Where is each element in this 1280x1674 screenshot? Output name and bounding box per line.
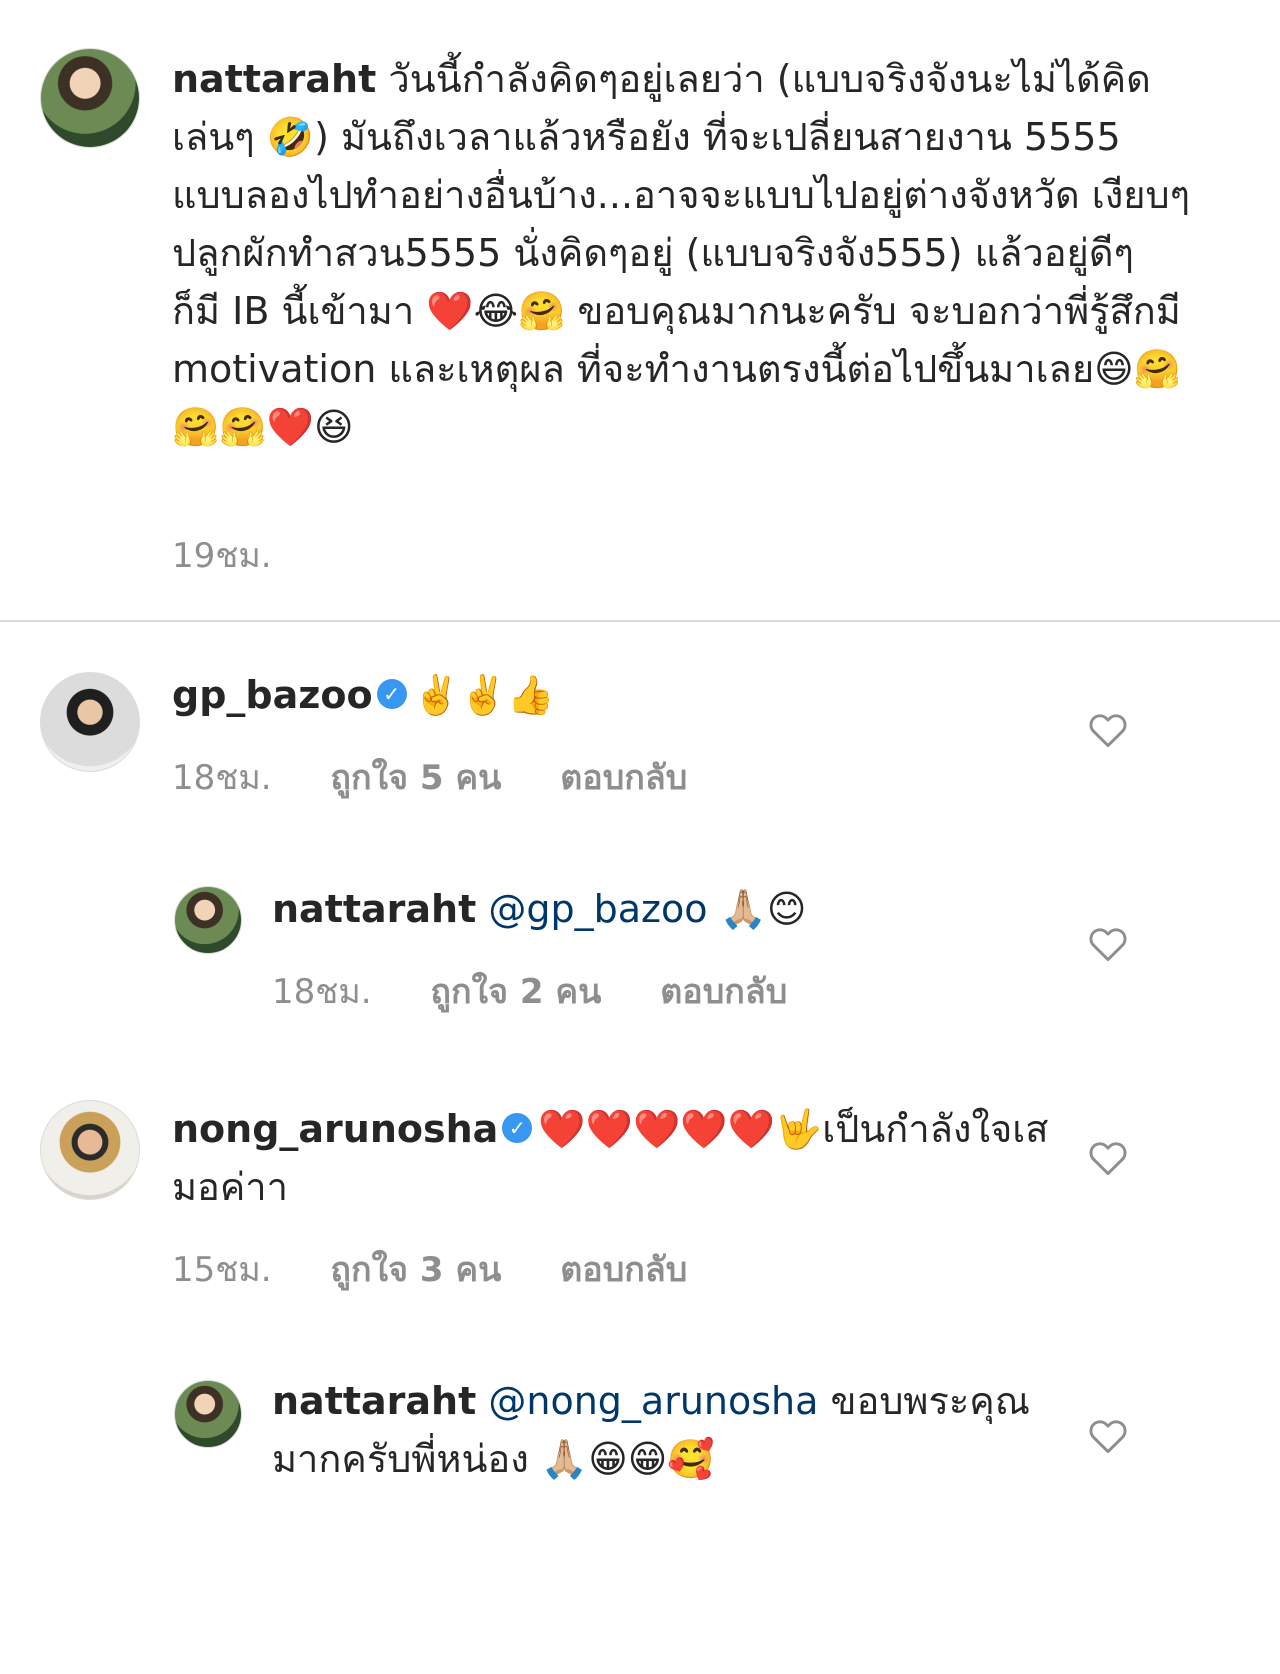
reply-username[interactable]: nattaraht bbox=[272, 1379, 476, 1423]
caption-avatar[interactable] bbox=[40, 48, 140, 148]
reply-mention[interactable]: @gp_bazoo bbox=[488, 887, 707, 931]
heart-outline-icon[interactable] bbox=[1086, 1414, 1130, 1458]
caption-emoji-1: 🤣 bbox=[266, 115, 315, 159]
caption-time: 19ชม. bbox=[172, 536, 272, 576]
comment-meta: 15ชม. ถูกใจ 3 คน ตอบกลับ bbox=[172, 1242, 735, 1296]
reply-avatar-nattaraht[interactable] bbox=[174, 1380, 242, 1448]
comment-username[interactable]: gp_bazoo bbox=[172, 673, 373, 717]
comment-likes-link[interactable]: ถูกใจ 3 คน bbox=[330, 1250, 501, 1290]
comment-reply-button[interactable]: ตอบกลับ bbox=[560, 758, 687, 798]
comment-time: 15ชม. bbox=[172, 1250, 272, 1290]
caption-text: nattaraht วันนี้กำลังคิดๆอยู่เลยว่า (แบบ… bbox=[172, 50, 1192, 456]
comment-avatar-nong-arunosha[interactable] bbox=[40, 1100, 140, 1200]
caption-divider bbox=[0, 620, 1280, 622]
caption-meta: 19ชม. bbox=[172, 528, 320, 582]
verified-badge-icon: ✓ bbox=[376, 678, 407, 709]
reply-likes-link[interactable]: ถูกใจ 2 คน bbox=[430, 972, 601, 1012]
reply-meta: 18ชม. ถูกใจ 2 คน ตอบกลับ bbox=[272, 964, 835, 1018]
heart-outline-icon[interactable] bbox=[1086, 708, 1130, 752]
reply-avatar-nattaraht[interactable] bbox=[174, 886, 242, 954]
reply-mention[interactable]: @nong_arunosha bbox=[488, 1379, 818, 1423]
reply-nattaraht-1: nattaraht @gp_bazoo 🙏🏼😊 bbox=[272, 880, 1072, 938]
reply-text: 🙏🏼😊 bbox=[707, 887, 807, 931]
comment-emoji: ❤️❤️❤️❤️❤️🤟 bbox=[538, 1107, 823, 1151]
comment-time: 18ชม. bbox=[172, 758, 272, 798]
caption-username[interactable]: nattaraht bbox=[172, 57, 376, 101]
reply-username[interactable]: nattaraht bbox=[272, 887, 476, 931]
heart-outline-icon[interactable] bbox=[1086, 1136, 1130, 1180]
reply-time: 18ชม. bbox=[272, 972, 372, 1012]
comment-meta: 18ชม. ถูกใจ 5 คน ตอบกลับ bbox=[172, 750, 735, 804]
comment-likes-link[interactable]: ถูกใจ 5 คน bbox=[330, 758, 501, 798]
comment-gp-bazoo: gp_bazoo ✓ ✌️✌️👍 bbox=[172, 666, 1052, 724]
reply-reply-button[interactable]: ตอบกลับ bbox=[660, 972, 787, 1012]
comment-username[interactable]: nong_arunosha bbox=[172, 1107, 498, 1151]
heart-outline-icon[interactable] bbox=[1086, 922, 1130, 966]
comment-nong-arunosha: nong_arunosha ✓ ❤️❤️❤️❤️❤️🤟เป็นกำลังใจเสมอ… bbox=[172, 1100, 1052, 1216]
comment-text: ✌️✌️👍 bbox=[412, 673, 555, 717]
comment-avatar-gp-bazoo[interactable] bbox=[40, 672, 140, 772]
comment-reply-button[interactable]: ตอบกลับ bbox=[560, 1250, 687, 1290]
reply-nattaraht-2: nattaraht @nong_arunosha ขอบพระคุณมากครั… bbox=[272, 1372, 1032, 1488]
verified-badge-icon: ✓ bbox=[502, 1112, 533, 1143]
caption-emoji-2: ❤️😂🤗 bbox=[426, 289, 566, 333]
